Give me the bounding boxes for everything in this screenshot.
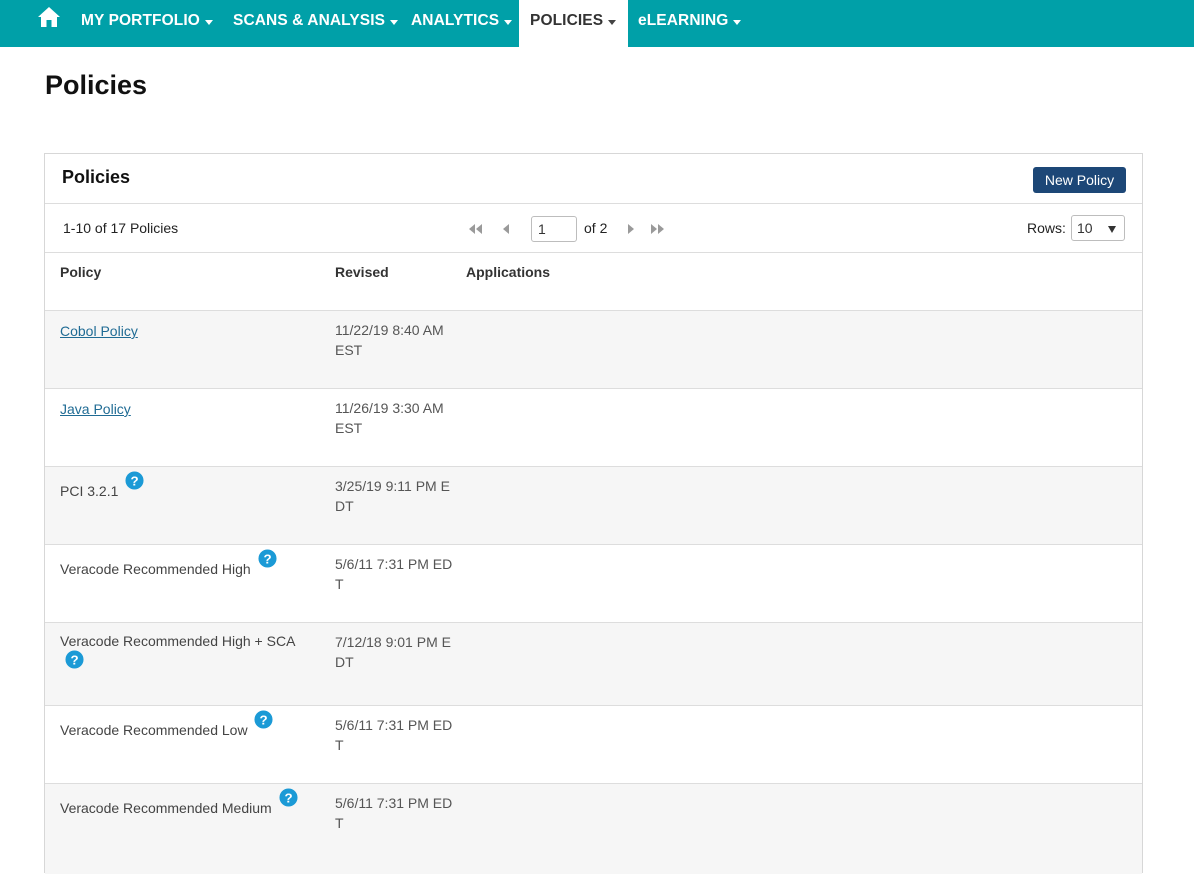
chevron-down-icon xyxy=(733,19,742,25)
revised-date: 5/6/11 7:31 PM EDT xyxy=(335,717,453,753)
policy-name: Java Policy xyxy=(60,400,131,418)
svg-text:?: ? xyxy=(260,712,268,727)
policy-name-text: Veracode Recommended Low xyxy=(60,722,248,738)
svg-text:?: ? xyxy=(284,790,292,805)
pager-bar: 1-10 of 17 Policies of 2 Rows: 10 xyxy=(45,204,1142,253)
chevron-right-icon xyxy=(628,224,634,234)
rows-per-page-select[interactable]: 10 xyxy=(1071,215,1125,241)
policy-name: Veracode Recommended High ? xyxy=(60,549,277,578)
nav-my-portfolio[interactable]: MY PORTFOLIO xyxy=(81,0,213,42)
nav-my-portfolio-label: MY PORTFOLIO xyxy=(81,12,200,29)
revised-date: 7/12/18 9:01 PM EDT xyxy=(335,634,451,670)
table-row: PCI 3.2.1 ? 3/25/19 9:11 PM EDT xyxy=(45,467,1142,545)
page-title: Policies xyxy=(45,70,148,100)
table-row: Java Policy 11/26/19 3:30 AM EST xyxy=(45,389,1142,467)
dropdown-arrow-icon xyxy=(1108,226,1116,233)
panel-title: Policies xyxy=(62,167,131,187)
chevron-down-icon xyxy=(390,19,399,25)
nav-elearning-label: eLEARNING xyxy=(638,12,729,29)
nav-policies-label: POLICIES xyxy=(530,12,604,29)
table-header: Policy Revised Applications xyxy=(45,253,1142,311)
policy-name-text: Veracode Recommended Medium xyxy=(60,800,272,816)
table-row: Veracode Recommended High ? 5/6/11 7:31 … xyxy=(45,545,1142,623)
column-header-policy[interactable]: Policy xyxy=(60,264,101,280)
top-nav: MY PORTFOLIO SCANS & ANALYSIS ANALYTICS … xyxy=(0,0,1194,47)
policy-link-java[interactable]: Java Policy xyxy=(60,401,131,417)
chevron-down-icon xyxy=(204,19,213,25)
table-row: Cobol Policy 11/22/19 8:40 AM EST xyxy=(45,311,1142,389)
help-icon[interactable]: ? xyxy=(65,650,84,669)
nav-analytics-label: ANALYTICS xyxy=(411,12,500,29)
result-count: 1-10 of 17 Policies xyxy=(63,220,179,236)
table-row: Veracode Recommended High + SCA ? 7/12/1… xyxy=(45,623,1142,706)
nav-scans-analysis[interactable]: SCANS & ANALYSIS xyxy=(233,0,399,42)
help-icon[interactable]: ? xyxy=(125,471,144,490)
table-row: Veracode Recommended Low ? 5/6/11 7:31 P… xyxy=(45,706,1142,784)
help-icon[interactable]: ? xyxy=(254,710,273,729)
revised-date: 3/25/19 9:11 PM EDT xyxy=(335,478,450,514)
rows-per-page-value: 10 xyxy=(1077,220,1093,236)
column-header-revised[interactable]: Revised xyxy=(335,264,389,280)
policy-name: Veracode Recommended High + SCA ? xyxy=(60,632,320,669)
double-chevron-right-icon xyxy=(651,224,664,234)
svg-text:?: ? xyxy=(131,473,139,488)
chevron-left-icon xyxy=(503,224,509,234)
help-icon[interactable]: ? xyxy=(279,788,298,807)
previous-page-button[interactable] xyxy=(499,222,515,236)
revised-date: 11/26/19 3:30 AM EST xyxy=(335,400,444,436)
policy-name-text: Veracode Recommended High + SCA xyxy=(60,633,296,649)
nav-analytics[interactable]: ANALYTICS xyxy=(411,0,513,42)
home-icon[interactable] xyxy=(37,6,61,28)
column-header-applications[interactable]: Applications xyxy=(466,264,550,280)
last-page-button[interactable] xyxy=(650,222,666,236)
revised-date: 5/6/11 7:31 PM EDT xyxy=(335,795,453,831)
policy-name: PCI 3.2.1 ? xyxy=(60,471,144,500)
svg-text:?: ? xyxy=(263,551,271,566)
rows-label: Rows: xyxy=(1027,220,1066,236)
new-policy-button[interactable]: New Policy xyxy=(1033,167,1126,193)
policy-name-text: Veracode Recommended High xyxy=(60,561,251,577)
page-total: of 2 xyxy=(584,220,608,236)
table-row: Veracode Recommended Medium ? 5/6/11 7:3… xyxy=(45,784,1142,874)
nav-scans-analysis-label: SCANS & ANALYSIS xyxy=(233,12,386,29)
double-chevron-left-icon xyxy=(469,224,482,234)
policy-name: Veracode Recommended Medium ? xyxy=(60,788,298,817)
panel-header: Policies New Policy xyxy=(45,154,1142,204)
revised-date: 11/22/19 8:40 AM EST xyxy=(335,322,444,358)
policy-link-cobol[interactable]: Cobol Policy xyxy=(60,323,138,339)
chevron-down-icon xyxy=(504,19,513,25)
policy-name-text: PCI 3.2.1 xyxy=(60,483,119,499)
revised-date: 5/6/11 7:31 PM EDT xyxy=(335,556,453,592)
svg-text:?: ? xyxy=(70,652,78,667)
first-page-button[interactable] xyxy=(467,222,483,236)
page-number-input[interactable] xyxy=(531,216,577,242)
policies-panel: Policies New Policy 1-10 of 17 Policies … xyxy=(44,153,1143,874)
help-icon[interactable]: ? xyxy=(258,549,277,568)
nav-policies[interactable]: POLICIES xyxy=(519,0,629,47)
nav-elearning[interactable]: eLEARNING xyxy=(638,0,742,42)
next-page-button[interactable] xyxy=(622,222,638,236)
chevron-down-icon xyxy=(608,19,617,25)
policy-name: Cobol Policy xyxy=(60,322,138,340)
policy-name: Veracode Recommended Low ? xyxy=(60,710,273,739)
